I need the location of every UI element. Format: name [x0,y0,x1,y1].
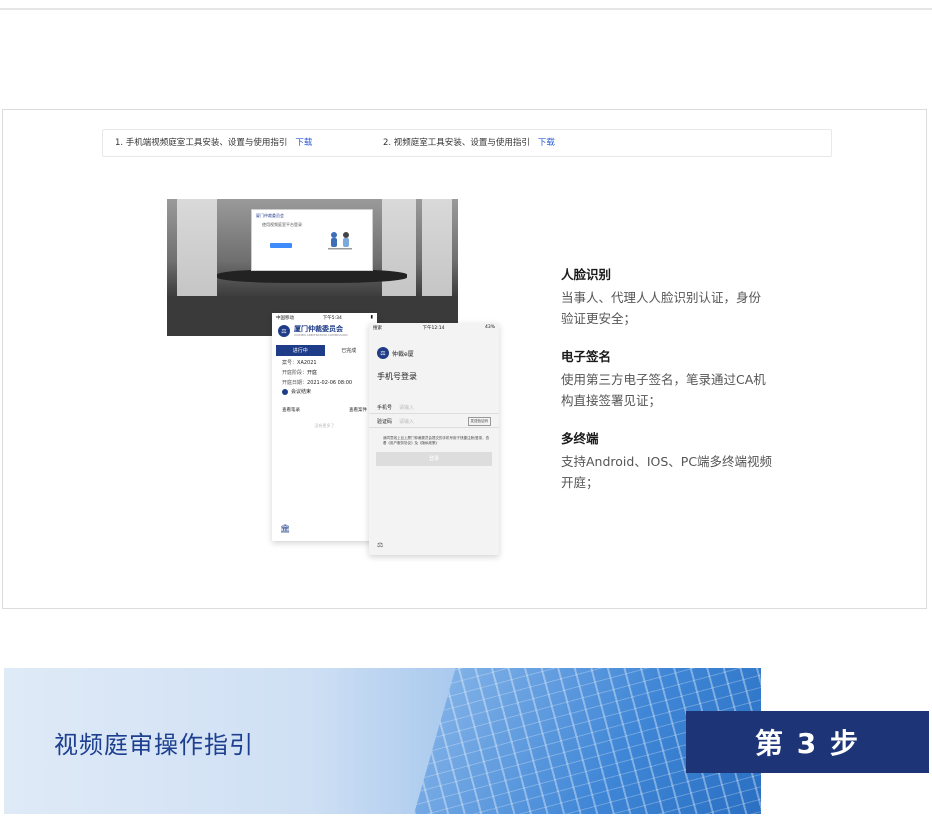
feature-multi-terminal: 多终端 支持Android、IOS、PC端多终端视频开庭； [561,430,801,493]
laptop-login-button [270,243,292,248]
login-button[interactable]: 登录 [376,452,492,466]
status-bar: 中国移动 下午5:34 ▮ [272,313,377,323]
battery-icon: ▮ [370,315,373,320]
guide-panel: 1. 手机端视频庭室工具安装、设置与使用指引 下载 2. 视频庭室工具安装、设置与… [2,109,927,609]
download-bar: 1. 手机端视频庭室工具安装、设置与使用指引 下载 2. 视频庭室工具安装、设置与… [102,129,832,157]
view-record-button[interactable]: 查看笔录 [282,407,300,413]
meeting-status-icon [282,388,288,395]
banner-title: 视频庭审操作指引 [54,731,254,759]
feature-title: 电子签名 [561,349,612,364]
download-link-pc[interactable]: 下载 [538,138,555,148]
step-badge: 第 3 步 [686,711,929,773]
commission-seal-icon: ⚖ [278,325,290,337]
download-item-pc: 2. 视频庭室工具安装、设置与使用指引 下载 [383,130,555,156]
feature-title: 人脸识别 [561,267,612,282]
app-header: ⚖ 厦门仲裁委员会 XIAMEN ARBITRATION COMMISSION [272,323,377,339]
download-link-mobile[interactable]: 下载 [295,138,312,148]
case-number-row: 案号：XA2021 [282,360,317,366]
tab-in-progress[interactable]: 进行中 [276,345,325,356]
login-title: 手机号登录 [377,372,417,381]
app-brand: ⚖ 仲裁e厦 [369,333,499,359]
people-illustration-icon [328,232,352,250]
tab-completed[interactable]: 已完成 [325,345,374,356]
brand-seal-icon: ⚖ [377,347,389,359]
code-field[interactable]: 验证码 请输入 发送验证码 [369,416,499,428]
status-carrier-login: 搜索 [373,326,382,331]
status-time-login: 下午12:14 [422,326,445,331]
app-title: 厦门仲裁委员会 [294,325,343,333]
feature-list: 人脸识别 当事人、代理人人脸识别认证，身份验证更安全； 电子签名 使用第三方电子… [561,266,801,512]
feature-desc: 当事人、代理人人脸识别认证，身份验证更安全； [561,290,762,326]
feature-title: 多终端 [561,431,599,446]
status-carrier: 中国移动 [276,316,294,321]
top-divider [0,8,932,10]
case-actions: 查看笔录 查看案件 [272,397,377,413]
download-label-pc: 2. 视频庭室工具安装、设置与使用指引 [383,138,530,148]
download-label-mobile: 1. 手机端视频庭室工具安装、设置与使用指引 [115,138,288,148]
phone-app-screenshot-cases: 中国移动 下午5:34 ▮ ⚖ 厦门仲裁委员会 XIAMEN ARBITRATI… [272,313,377,541]
status-bar-login: 搜索 下午12:14 43% [369,323,499,333]
feature-desc: 支持Android、IOS、PC端多终端视频开庭； [561,454,773,490]
agreement-checkbox-text[interactable]: 我同意线上且上厦门仲裁委员会提交的手机号用于快捷注册/登录，查看《用户服务协议》… [369,428,499,446]
feature-desc: 使用第三方电子签名，笔录通过CA机构直接签署见证； [561,372,766,408]
laptop-login-text: 使用视频庭室平台登录 [262,222,302,227]
scale-icon[interactable]: ⚖ [377,541,383,549]
phase-row: 开庭阶段：开庭 [282,370,318,376]
meeting-status: 会议结束 [272,386,377,397]
feature-e-signature: 电子签名 使用第三方电子签名，笔录通过CA机构直接签署见证； [561,348,801,411]
date-row: 开庭日期：2021-02-06 08:00 [282,380,353,386]
brand-name: 仲裁e厦 [392,350,414,358]
status-time: 下午5:34 [322,316,342,321]
download-item-mobile: 1. 手机端视频庭室工具安装、设置与使用指引 下载 [115,130,312,156]
view-case-button[interactable]: 查看案件 [349,407,367,413]
phone-app-screenshot-login: 搜索 下午12:14 43% ⚖ 仲裁e厦 手机号登录 手机号 请输入 验证码 … [369,323,499,555]
battery-level: 43% [484,325,495,330]
app-subtitle: XIAMEN ARBITRATION COMMISSION [294,333,348,337]
phone-field[interactable]: 手机号 请输入 [369,402,499,414]
send-code-button[interactable]: 发送验证码 [467,417,491,426]
building-icon[interactable]: 🏛 [280,524,290,533]
case-tabs: 进行中 已完成 [276,345,373,356]
laptop-screen: 厦门仲裁委员会 使用视频庭室平台登录 [251,209,373,271]
laptop-brand: 厦门仲裁委员会 [256,213,284,218]
feature-face-recognition: 人脸识别 当事人、代理人人脸识别认证，身份验证更安全； [561,266,801,329]
no-more-text: 没有更多了 [314,423,335,428]
